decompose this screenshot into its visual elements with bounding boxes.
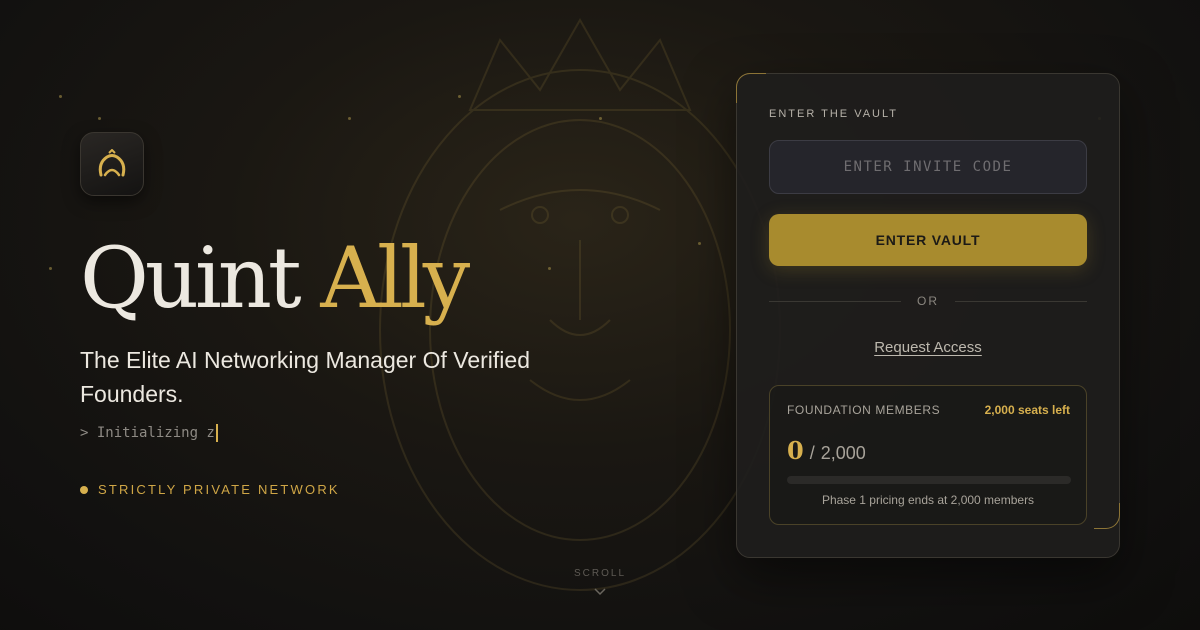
terminal-status: > Initializing z xyxy=(80,424,218,442)
or-label: OR xyxy=(917,294,939,308)
brand-headline: Quint Ally xyxy=(80,229,470,327)
scroll-indicator[interactable]: SCROLL xyxy=(560,568,640,600)
status-dot-icon xyxy=(80,485,88,494)
sparkle-dot xyxy=(599,117,602,120)
member-count-current: 0 xyxy=(787,436,804,465)
corner-accent-top-left xyxy=(736,73,766,103)
or-divider: OR xyxy=(769,294,1087,308)
enter-vault-button[interactable]: ENTER VAULT xyxy=(769,214,1087,266)
members-progress-bar xyxy=(787,476,1071,484)
chevron-down-icon xyxy=(594,588,606,596)
member-count: 0 / 2,000 xyxy=(787,436,866,465)
tagline: The Elite AI Networking Manager Of Verif… xyxy=(80,347,530,407)
terminal-text: > Initializing z xyxy=(80,425,215,441)
member-count-total: 2,000 xyxy=(820,443,866,463)
scroll-label: SCROLL xyxy=(573,568,626,579)
divider-line xyxy=(769,300,901,302)
sparkle-dot xyxy=(98,117,101,120)
sparkle-dot xyxy=(49,267,52,270)
app-logo xyxy=(80,132,144,196)
sparkle-dot xyxy=(348,117,351,120)
pricing-note: Phase 1 pricing ends at 2,000 members xyxy=(821,493,1035,507)
vault-panel: ENTER THE VAULT ENTER VAULT OR Request A… xyxy=(736,73,1120,558)
members-title: FOUNDATION MEMBERS xyxy=(787,403,941,417)
vault-title: ENTER THE VAULT xyxy=(769,108,899,120)
private-network-label: STRICTLY PRIVATE NETWORK xyxy=(98,482,340,497)
divider-line xyxy=(955,300,1087,302)
brand-name-second: Ally xyxy=(320,229,470,327)
sparkle-dot xyxy=(458,95,461,98)
crown-a-monogram-icon xyxy=(98,149,126,177)
brand-name-first: Quint xyxy=(80,229,302,327)
sparkle-dot xyxy=(698,242,701,245)
request-access-link[interactable]: Request Access xyxy=(769,339,1087,356)
invite-code-input[interactable] xyxy=(769,140,1087,194)
sparkle-dot xyxy=(59,95,62,98)
text-caret xyxy=(215,424,218,442)
seats-left-badge: 2,000 seats left xyxy=(984,403,1070,417)
foundation-members-card: FOUNDATION MEMBERS 2,000 seats left 0 / … xyxy=(769,385,1087,525)
sparkle-dot xyxy=(548,267,551,270)
member-count-separator: / xyxy=(809,443,815,463)
corner-accent-bottom-right xyxy=(1094,503,1120,529)
private-network-badge: STRICTLY PRIVATE NETWORK xyxy=(80,482,340,497)
